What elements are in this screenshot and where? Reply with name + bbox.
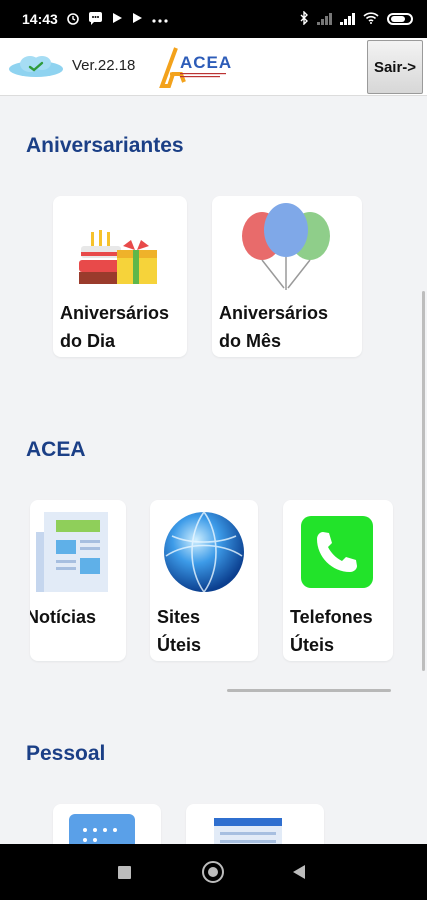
home-button[interactable]	[202, 861, 224, 883]
card-label: Aniversários do Dia	[60, 303, 170, 351]
main-content[interactable]: Aniversariantes Aniversários do Dia Aniv…	[0, 96, 427, 844]
logo-text: ACEA	[180, 53, 233, 72]
card-telefones-uteis[interactable]: Telefones Úteis	[283, 500, 393, 661]
card-calendar[interactable]	[53, 804, 161, 844]
card-sites-uteis[interactable]: Sites Úteis	[150, 500, 258, 661]
acea-logo: ACEA	[150, 42, 234, 92]
newspaper-icon	[36, 512, 108, 592]
message-icon	[88, 11, 103, 27]
cake-gift-icon	[79, 230, 157, 284]
card-label: Aniversários do Mês	[219, 303, 329, 351]
card-browser[interactable]	[186, 804, 324, 844]
logo-subtitle-icon	[180, 73, 226, 78]
card-label: Telefones Úteis	[290, 607, 373, 655]
card-aniversarios-mes[interactable]: Aniversários do Mês	[212, 196, 362, 357]
card-label: Notícias	[30, 607, 97, 627]
calendar-icon	[69, 814, 135, 844]
recent-apps-button[interactable]	[118, 866, 131, 879]
section-title-acea: ACEA	[26, 438, 86, 461]
app-version: Ver.22.18	[72, 57, 136, 74]
play-icon	[131, 12, 143, 26]
exit-button[interactable]: Sair->	[367, 40, 423, 94]
horizontal-scrollbar[interactable]	[227, 689, 391, 692]
card-aniversarios-dia[interactable]: Aniversários do Dia	[53, 196, 187, 357]
play-icon	[111, 12, 123, 26]
vertical-scrollbar[interactable]	[422, 291, 425, 671]
more-dots-icon	[151, 13, 169, 26]
bluetooth-icon	[299, 10, 309, 27]
back-button[interactable]	[293, 865, 305, 879]
wifi-icon	[363, 12, 379, 26]
status-bar: 14:43	[0, 0, 427, 38]
status-time: 14:43	[22, 11, 58, 27]
cloud-check-icon	[8, 54, 64, 78]
phone-icon	[301, 516, 373, 588]
navigation-bar	[0, 844, 427, 900]
app-header: Ver.22.18 ACEA Sair->	[0, 38, 427, 96]
signal-icon	[340, 13, 355, 25]
section-title-aniversariantes: Aniversariantes	[26, 134, 184, 157]
card-label: Sites Úteis	[157, 607, 202, 655]
globe-icon	[164, 511, 244, 593]
card-noticias[interactable]: Notícias	[30, 500, 126, 661]
signal-icon	[317, 13, 332, 25]
browser-window-icon	[214, 818, 282, 844]
balloons-icon	[242, 203, 330, 290]
section-title-pessoal: Pessoal	[26, 742, 106, 765]
alarm-icon	[66, 11, 80, 27]
battery-icon	[387, 13, 413, 25]
